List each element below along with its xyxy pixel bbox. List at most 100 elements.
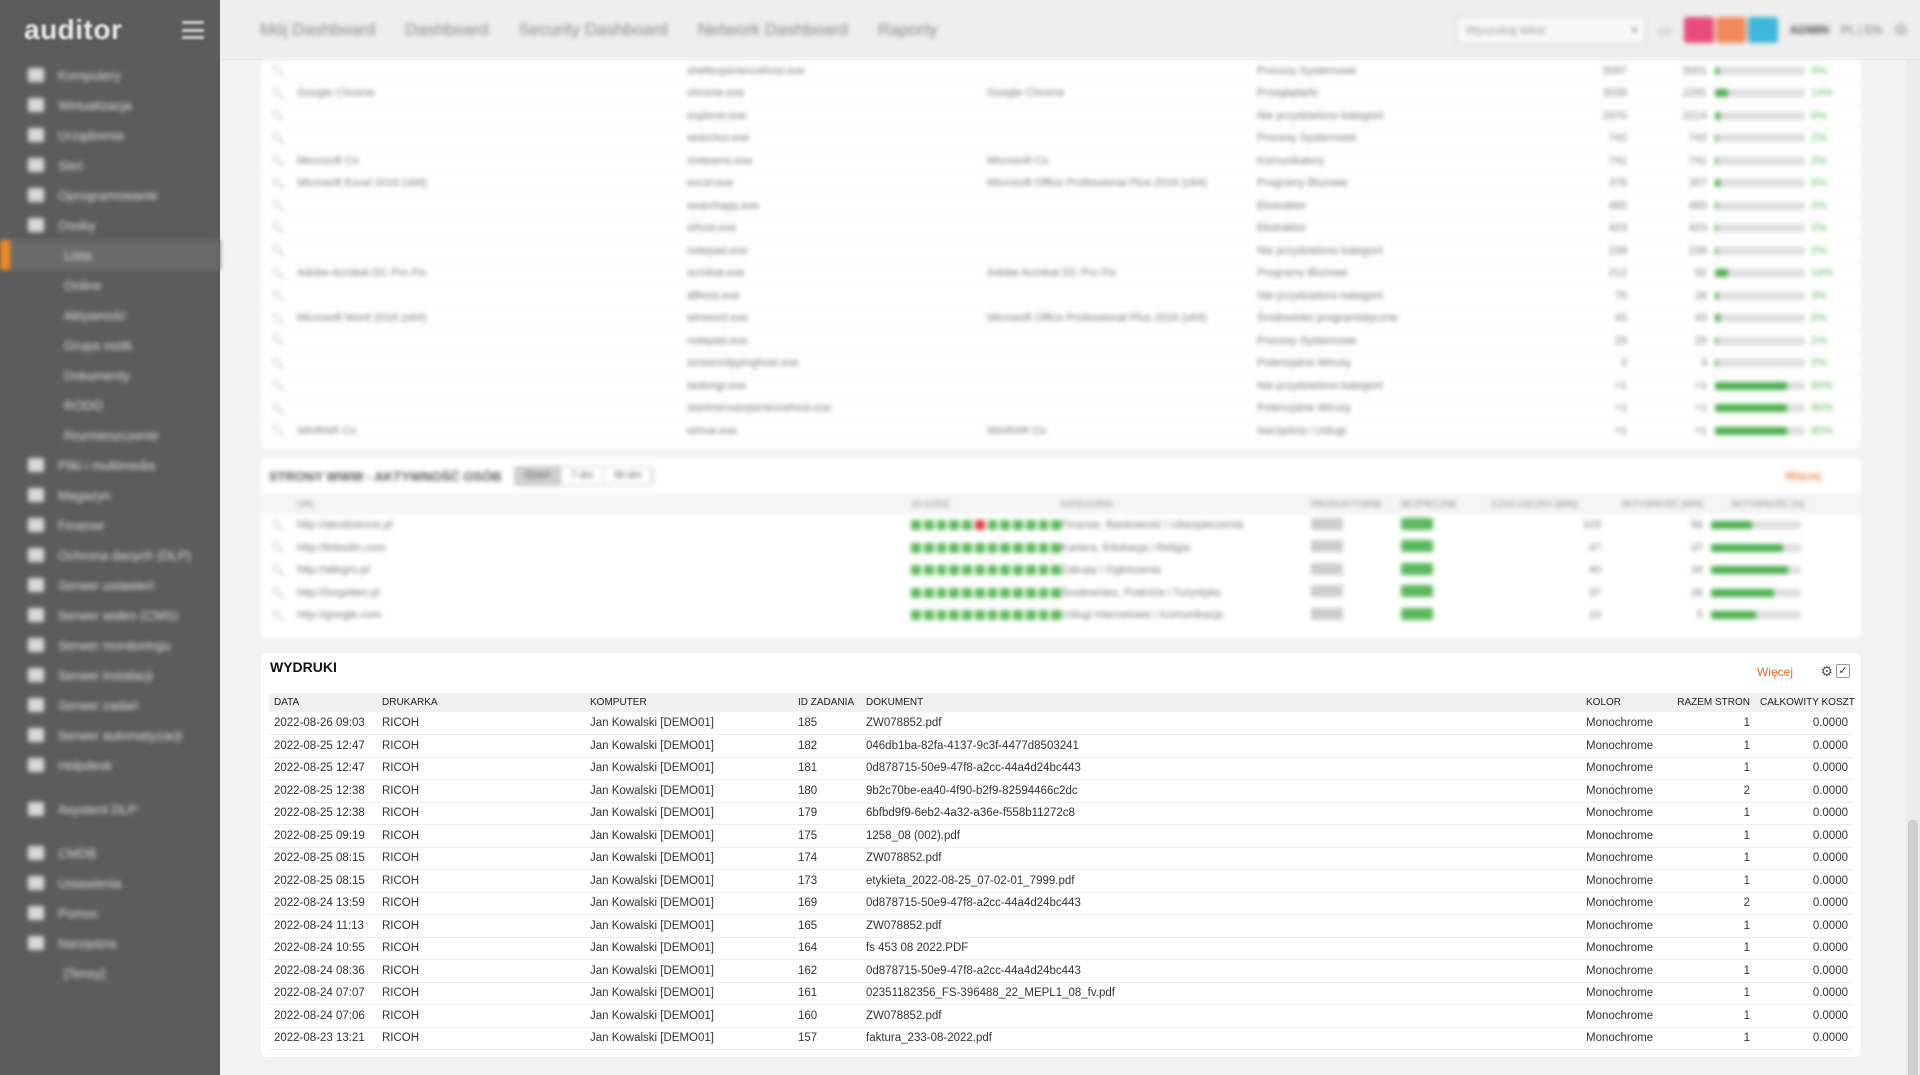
sidebar-item[interactable]: Magazyn (0, 480, 220, 510)
magnifier-icon[interactable]: 🔍︎ (261, 289, 297, 302)
table-row[interactable]: 2022-08-23 13:21 RICOH Jan Kowalski [DEMO0… (269, 1027, 1853, 1050)
app-row[interactable]: 🔍︎ Adobe Acrobat DC Pro Fix acrobat.exe Ado… (261, 263, 1861, 285)
app-row[interactable]: 🔍︎ Google Chrome chrome.exe Google Chrome Pr… (261, 83, 1861, 105)
www-col-header[interactable]: 24 GODZ (911, 499, 1061, 509)
www-row[interactable]: 🔍︎ http://akodzienne.pl Finanse, Bankowość… (261, 514, 1861, 537)
language-switch[interactable]: PL | EN (1841, 23, 1882, 37)
range-option[interactable]: 7 dni (561, 467, 604, 485)
top-tab[interactable]: Network Dashboard (698, 20, 848, 40)
sidebar-item[interactable]: Rozmieszczenie (0, 420, 220, 450)
sidebar-item[interactable]: Urządzenia (0, 120, 220, 150)
table-row[interactable]: 2022-08-25 08:15 RICOH Jan Kowalski [DEMO0… (269, 847, 1853, 870)
www-url[interactable]: http://forgotten.pl (297, 587, 911, 599)
gear-icon[interactable]: ⚙ (1894, 20, 1908, 40)
sidebar-item[interactable]: Finanse (0, 510, 220, 540)
top-tab[interactable]: Mój Dashboard (260, 20, 375, 40)
table-row[interactable]: 2022-08-25 09:19 RICOH Jan Kowalski [DEMO0… (269, 824, 1853, 848)
monitor-icon[interactable]: ▭ (1658, 22, 1671, 39)
sidebar-item[interactable]: Ustawienia (0, 868, 220, 898)
www-row[interactable]: 🔍︎ http://linkedin.com Kariera, Edukacja i… (261, 537, 1861, 560)
sidebar-item[interactable]: Aktywność (0, 300, 220, 330)
top-tab[interactable]: Raporty (878, 20, 938, 40)
sidebar-item[interactable]: Serwer zadań (0, 690, 220, 720)
www-row[interactable]: 🔍︎ http://allegro.pl Zakupy i Ogłoszenia 40… (261, 559, 1861, 582)
app-row[interactable]: 🔍︎ Microsoft Excel 2016 (x64) excel.exe Mic… (261, 173, 1861, 195)
table-row[interactable]: 2022-08-25 12:38 RICOH Jan Kowalski [DEMO0… (269, 802, 1853, 825)
app-row[interactable]: 🔍︎ searchui.exe Procesy Systemowe 742 742 2% (261, 128, 1861, 150)
magnifier-icon[interactable]: 🔍︎ (261, 402, 297, 415)
table-row[interactable]: 2022-08-25 12:47 RICOH Jan Kowalski [DEMO0… (269, 757, 1853, 780)
sidebar-item[interactable]: Asystent DLP (0, 794, 220, 824)
prints-more-link[interactable]: Więcej (1757, 665, 1793, 679)
app-row[interactable]: 🔍︎ Microsoft Word 2016 (x64) winword.exe Mi… (261, 308, 1861, 330)
www-more-link[interactable]: Więcej (1785, 469, 1821, 483)
magnifier-icon[interactable]: 🔍︎ (261, 132, 297, 145)
app-row[interactable]: 🔍︎ Microsoft Co msteams.exe Microsoft Co Kom… (261, 150, 1861, 173)
www-col-header[interactable]: PRODUKTYWNE (1311, 499, 1401, 509)
table-row[interactable]: 2022-08-26 09:03 RICOH Jan Kowalski [DEMO0… (269, 712, 1853, 735)
app-row[interactable]: 🔍︎ startmenuexperiencehost.exe Potencjalne… (261, 398, 1861, 420)
www-col-header[interactable]: CZAS ŁĄCZNY [MIN] (1491, 499, 1621, 509)
magnifier-icon[interactable]: 🔍︎ (261, 564, 297, 577)
sidebar-item[interactable]: Serwer automatyzacji (0, 720, 220, 750)
magnifier-icon[interactable]: 🔍︎ (261, 87, 297, 100)
magnifier-icon[interactable]: 🔍︎ (261, 541, 297, 554)
notifications-button[interactable] (1747, 17, 1778, 43)
app-row[interactable]: 🔍︎ WinRAR Co winrar.exe WinRAR Co Narzędzia … (261, 420, 1861, 443)
sidebar-item[interactable]: Komputery (0, 60, 220, 90)
magnifier-icon[interactable]: 🔍︎ (261, 609, 297, 622)
www-col-header[interactable]: AKTYWNOŚĆ [%] (1731, 499, 1851, 509)
magnifier-icon[interactable]: 🔍︎ (261, 244, 297, 257)
sidebar-item[interactable]: Oprogramowanie (0, 180, 220, 210)
panel-settings-gear-icon[interactable]: ⚙ (1820, 663, 1833, 680)
magnifier-icon[interactable]: 🔍︎ (261, 312, 297, 325)
sidebar-item[interactable]: Wirtualizacja (0, 90, 220, 120)
table-row[interactable]: 2022-08-24 10:55 RICOH Jan Kowalski [DEMO0… (269, 937, 1853, 960)
www-row[interactable]: 🔍︎ http://google.com Usługi internetowe i … (261, 604, 1861, 627)
www-col-header[interactable]: URL (261, 499, 911, 509)
magnifier-icon[interactable]: 🔍︎ (261, 154, 297, 167)
table-row[interactable]: 2022-08-25 12:38 RICOH Jan Kowalski [DEMO0… (269, 779, 1853, 803)
col-header-document[interactable]: DOKUMENT (861, 693, 1581, 712)
search-input[interactable]: Wyszukaj tekst ▾ (1456, 16, 1647, 44)
sidebar-item[interactable]: Osoby (0, 210, 220, 240)
sidebar-item[interactable]: Sieć (0, 150, 220, 180)
col-header-color[interactable]: KOLOR (1581, 693, 1671, 712)
panel-checkbox[interactable]: ✓ (1836, 664, 1850, 678)
sidebar-item[interactable]: Helpdesk (0, 750, 220, 780)
www-col-header[interactable]: KATEGORIA (1061, 499, 1311, 509)
scrollbar-thumb[interactable] (1908, 820, 1918, 1075)
app-row[interactable]: 🔍︎ notepad.exe Nie przydzielono kategorii 2… (261, 240, 1861, 263)
www-url[interactable]: http://allegro.pl (297, 564, 911, 576)
magnifier-icon[interactable]: 🔍︎ (261, 222, 297, 235)
col-header-computer[interactable]: KOMPUTER (585, 693, 793, 712)
magnifier-icon[interactable]: 🔍︎ (261, 199, 297, 212)
hamburger-menu-icon[interactable] (182, 21, 204, 39)
col-header-job-id[interactable]: ID ZADANIA (793, 693, 861, 712)
www-col-header[interactable]: AKTYWNOŚĆ [MIN] (1621, 499, 1731, 509)
sidebar-item[interactable]: CMDB (0, 838, 220, 868)
table-row[interactable]: 2022-08-24 13:59 RICOH Jan Kowalski [DEMO0… (269, 892, 1853, 915)
warnings-button[interactable] (1715, 17, 1746, 43)
page-scrollbar[interactable] (1906, 60, 1920, 1075)
sidebar-item[interactable]: Lista (0, 240, 220, 270)
app-row[interactable]: 🔍︎ searchapp.exe Ekstraktor 483 483 2% (261, 195, 1861, 218)
top-tab[interactable]: Dashboard (405, 20, 488, 40)
magnifier-icon[interactable]: 🔍︎ (261, 267, 297, 280)
magnifier-icon[interactable]: 🔍︎ (261, 357, 297, 370)
alerts-button[interactable] (1683, 17, 1714, 43)
sidebar-item[interactable]: Pliki i multimedia (0, 450, 220, 480)
top-tab[interactable]: Security Dashboard (518, 20, 667, 40)
magnifier-icon[interactable]: 🔍︎ (261, 334, 297, 347)
sidebar-item[interactable]: RODO (0, 390, 220, 420)
magnifier-icon[interactable]: 🔍︎ (261, 64, 297, 77)
app-row[interactable]: 🔍︎ shellexperiencehost.exe Procesy Systemo… (261, 60, 1861, 83)
table-row[interactable]: 2022-08-25 08:15 RICOH Jan Kowalski [DEMO0… (269, 869, 1853, 893)
sidebar-item[interactable]: Serwer wideo (CMS) (0, 600, 220, 630)
magnifier-icon[interactable]: 🔍︎ (261, 424, 297, 437)
sidebar-item[interactable]: Pomoc (0, 898, 220, 928)
magnifier-icon[interactable]: 🔍︎ (261, 177, 297, 190)
range-option[interactable]: 30 dni (604, 467, 653, 485)
magnifier-icon[interactable]: 🔍︎ (261, 109, 297, 122)
www-row[interactable]: 🔍︎ http://forgotten.pl Środowisko, Podróże… (261, 582, 1861, 605)
